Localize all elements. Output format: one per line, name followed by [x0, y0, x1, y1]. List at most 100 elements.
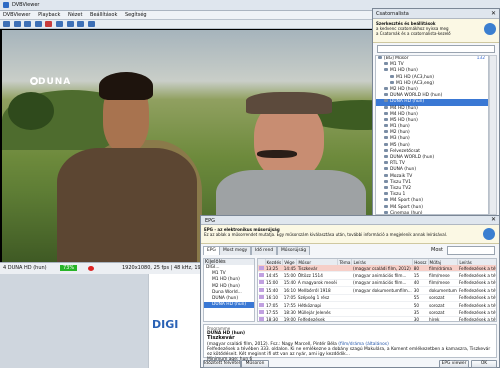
tv-icon	[384, 148, 388, 152]
tv-icon	[390, 80, 394, 84]
record-icon[interactable]	[45, 21, 53, 27]
epg-tabs: EPG Most megy Idő rend Műsorújság Most	[203, 246, 499, 255]
help-icon	[484, 23, 496, 35]
play-icon[interactable]	[13, 21, 21, 27]
table-row[interactable]: 15:00 15:40 A magyarok meséi (magyar animác…	[258, 279, 496, 288]
epg-titlebar: EPG ✕	[201, 216, 499, 225]
epg-icon[interactable]	[66, 21, 74, 27]
table-cell: 40	[412, 279, 429, 288]
channel-item-label: M4 Sport (hun)	[390, 198, 423, 204]
column-header[interactable]: Vége	[282, 259, 298, 265]
epg-channel-item[interactable]: DUNA HD (hun)	[204, 302, 254, 309]
table-row[interactable]: 17:55 18:30 Müllejár Jelenés 35 sorozat Felfe…	[258, 308, 496, 317]
tv-icon	[384, 136, 388, 140]
tv-icon	[384, 142, 388, 146]
channel-scrollbar[interactable]	[489, 55, 497, 215]
table-cell	[337, 308, 352, 317]
snapshot-icon[interactable]	[55, 21, 63, 27]
channel-list-icon[interactable]	[77, 21, 85, 27]
genre-color-icon	[259, 265, 264, 270]
menu-settings[interactable]: Beállítások	[90, 11, 117, 20]
table-cell: 19:00	[282, 316, 297, 322]
table-cell	[351, 294, 413, 302]
table-cell: Felfedezések a tévében 333...	[457, 279, 496, 288]
menu-file[interactable]: DVBViewer	[3, 11, 30, 20]
table-cell: 30	[412, 286, 429, 295]
tab-epg[interactable]: EPG	[203, 246, 220, 255]
epg-viewer-button[interactable]: EPG viewer	[439, 360, 469, 368]
table-row[interactable]: 13:25 14:45 Tiszkevár (magyar családi film,…	[258, 265, 496, 273]
table-cell: film/dráma	[428, 265, 458, 273]
on-air-button[interactable]: Műsoron	[241, 360, 269, 368]
stop-icon[interactable]	[34, 21, 42, 27]
tab-timeline[interactable]: Idő rend	[251, 246, 278, 255]
person-man-hat	[246, 92, 332, 114]
fullscreen-icon[interactable]	[87, 21, 95, 27]
channel-item-label: Tiszu TV2	[390, 185, 412, 191]
table-cell: 16:10	[265, 294, 283, 302]
table-cell	[258, 301, 265, 310]
table-cell	[258, 308, 265, 317]
tab-guide[interactable]: Műsorújság	[277, 246, 311, 255]
channel-item-label: DUNA (hun)	[390, 167, 417, 173]
table-cell	[337, 279, 352, 288]
close-icon[interactable]: ✕	[491, 10, 496, 17]
epg-channel-tree[interactable]: Kijelölés DIGI... M1 TV M1 HD (hun) M2 HD (…	[203, 258, 255, 322]
column-header[interactable]: Téma	[337, 259, 353, 265]
detail-subtitle: (magyar családi film, 2012). Fsz.: Nagy …	[207, 341, 337, 347]
tv-icon	[384, 204, 388, 208]
tv-icon	[384, 185, 388, 189]
table-cell: sorozat	[428, 294, 458, 302]
channel-item-label: M5 (hun)	[390, 142, 410, 148]
channel-item-label: DUNA WORLD HD (hun)	[390, 93, 443, 99]
timed-recording-button[interactable]: Időzített felvétel	[203, 360, 241, 368]
channel-item-label: Tiszu TV1	[390, 179, 412, 185]
table-row[interactable]: 17:05 17:55 Hétköznapi 50 sorozat Felfedezése…	[258, 301, 496, 310]
table-row[interactable]: 18:30 19:00 Felfedezések 30 hírek Felfedezése…	[258, 316, 496, 322]
open-icon[interactable]	[3, 21, 10, 27]
table-cell	[258, 316, 265, 321]
tv-icon	[384, 155, 388, 158]
table-cell: Müllejár Jelenés	[296, 308, 338, 317]
table-cell	[351, 308, 413, 317]
table-cell: (magyar dokumentumfilm...	[351, 286, 413, 295]
table-cell: (magyar családi film, 2012)	[351, 265, 413, 273]
table-cell: film/mese	[428, 271, 458, 280]
channel-search-input[interactable]	[377, 45, 495, 53]
menu-view[interactable]: Nézet	[68, 11, 82, 20]
table-row[interactable]: 14:45 15:00 Öltözz 1514 (magyar animációs f…	[258, 271, 496, 280]
table-cell	[337, 301, 352, 310]
help-icon	[483, 228, 495, 240]
channel-tree[interactable]: [BG] Műsor 132 M1 TV M1 HD (hun) M1 HD (AC3,…	[375, 55, 489, 215]
volume-level[interactable]: 73%	[60, 265, 78, 271]
ok-button[interactable]: OK	[471, 360, 497, 368]
table-row[interactable]: 16:10 17:05 Szépség 1 rész 55 sorozat Felfede…	[258, 294, 496, 302]
tv-icon	[384, 93, 388, 97]
tv-icon	[384, 173, 388, 177]
epg-program-grid[interactable]: Kezdés Vége Műsor Téma Leírás Hossz Műfaj Leírá…	[257, 258, 497, 322]
table-cell: Felfedezések	[296, 316, 338, 321]
table-cell: Felfedezések a tévében 333...	[457, 265, 496, 273]
menu-help[interactable]: Segítség	[125, 11, 147, 20]
table-cell: dokumentum	[428, 286, 458, 295]
genre-link[interactable]: (film/dráma (általános)	[338, 342, 389, 347]
table-cell: Felfedezések a tévében 333...	[457, 316, 496, 321]
tv-icon	[384, 86, 388, 90]
menu-playback[interactable]: Playback	[38, 11, 60, 20]
channel-item-label: RTL TV	[390, 161, 405, 167]
column-header[interactable]: Hossz	[412, 259, 429, 265]
tv-icon	[390, 74, 394, 78]
channel-info-box: Szerkesztés és beállítások a kedvenc csa…	[373, 19, 499, 43]
table-cell: 13:25	[265, 265, 283, 273]
table-cell: 15:00	[282, 271, 297, 280]
table-row[interactable]: 15:40 16:10 Mellbőrről 1918 (magyar dokumen…	[258, 286, 496, 295]
table-cell	[351, 316, 413, 321]
close-icon[interactable]: ✕	[491, 216, 496, 223]
pause-icon[interactable]	[24, 21, 32, 27]
table-cell: 50	[412, 301, 429, 310]
tv-icon	[384, 99, 388, 103]
time-filter-select[interactable]	[447, 246, 495, 255]
person-boy-hair	[99, 72, 153, 100]
tab-now[interactable]: Most megy	[219, 246, 252, 255]
column-header[interactable]: Kezdés	[265, 259, 284, 265]
